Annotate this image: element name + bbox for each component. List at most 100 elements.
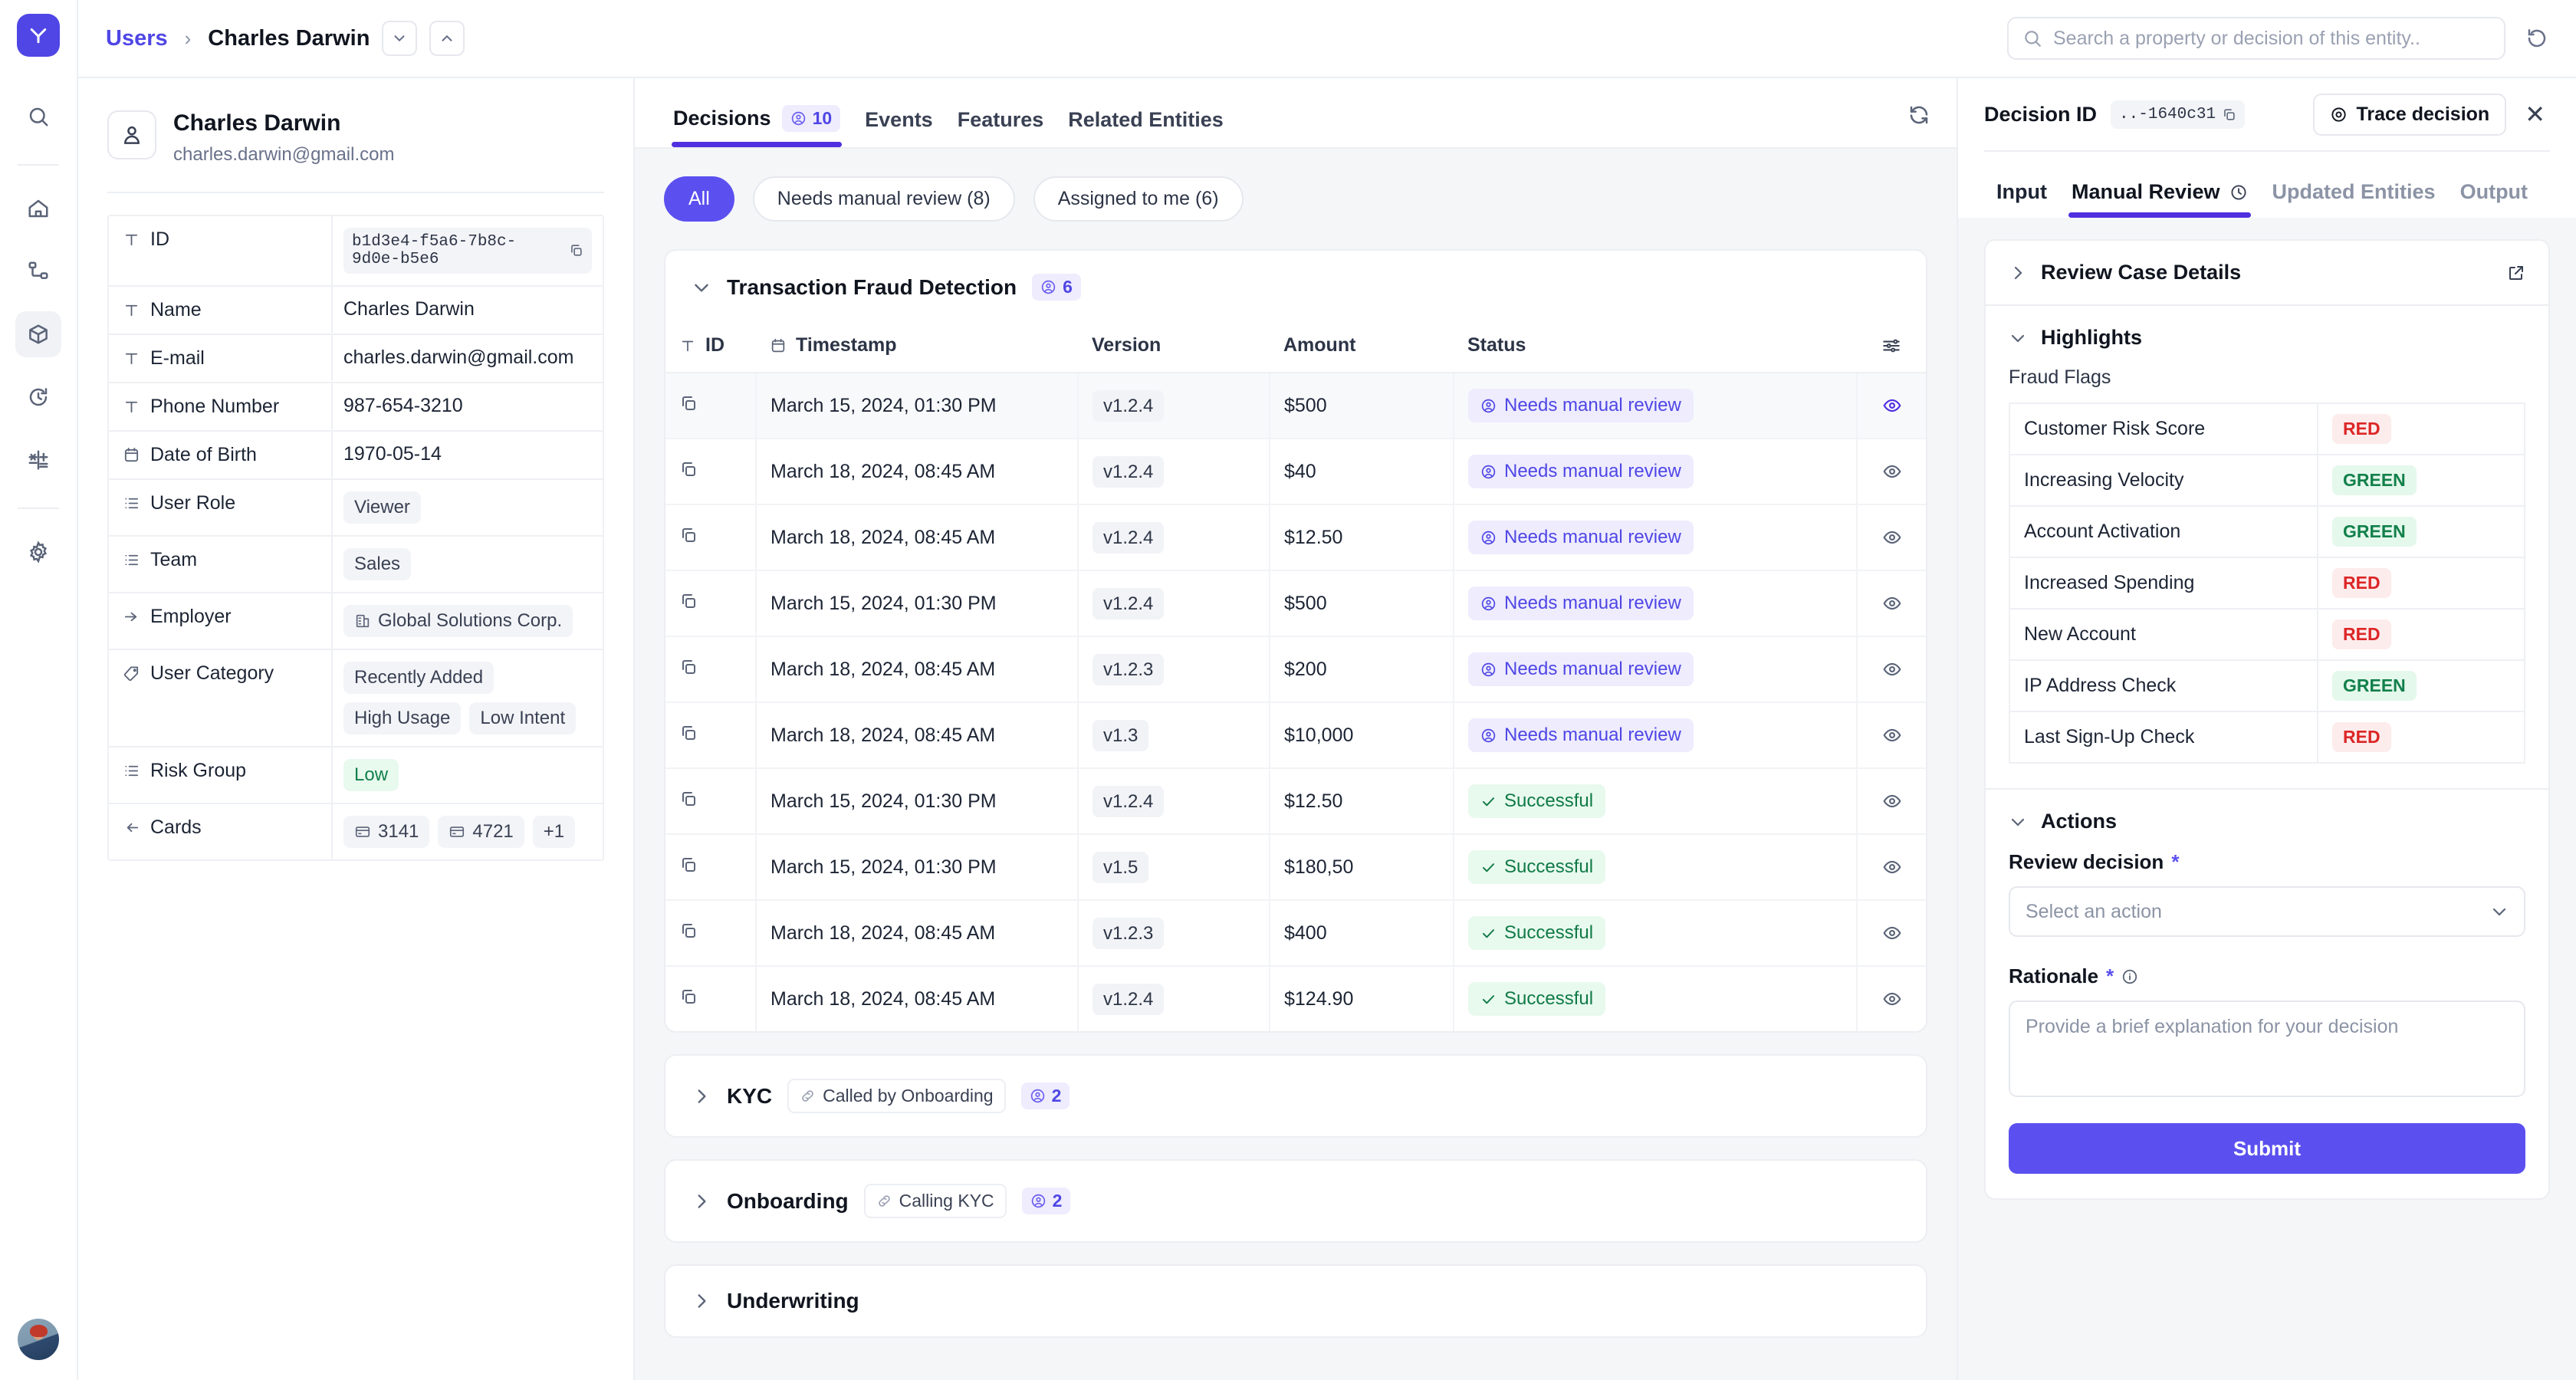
- eye-icon[interactable]: [1871, 923, 1912, 943]
- settings-icon[interactable]: [15, 529, 61, 575]
- table-row[interactable]: March 18, 2024, 08:45 AM v1.2.3 $400 Succes…: [665, 900, 1926, 967]
- table-header-cell[interactable]: ID: [665, 324, 756, 373]
- chevron-down-icon[interactable]: [2009, 813, 2027, 831]
- decision-section-header[interactable]: Onboarding Calling KYC 2: [665, 1161, 1926, 1241]
- table-row[interactable]: March 18, 2024, 08:45 AM v1.3 $10,000 Needs…: [665, 702, 1926, 769]
- decision-section-link-chip[interactable]: Called by Onboarding: [787, 1079, 1006, 1113]
- card-chip[interactable]: 3141: [343, 815, 430, 848]
- eye-icon[interactable]: [1871, 527, 1912, 547]
- table-settings-header[interactable]: [1857, 324, 1926, 373]
- user-avatar[interactable]: [18, 1319, 59, 1360]
- row-view-cell[interactable]: [1857, 636, 1926, 703]
- eye-icon[interactable]: [1871, 593, 1912, 613]
- copy-icon[interactable]: [2222, 107, 2236, 122]
- app-logo[interactable]: [17, 14, 60, 57]
- row-view-cell[interactable]: [1857, 900, 1926, 967]
- table-header-cell[interactable]: Status: [1454, 324, 1857, 373]
- detail-tab-input[interactable]: Input: [1984, 180, 2059, 218]
- formula-icon[interactable]: [15, 437, 61, 483]
- row-view-cell[interactable]: [1857, 768, 1926, 835]
- entity-value-chip[interactable]: Recently Added: [343, 661, 495, 694]
- review-case-details-header[interactable]: Review Case Details: [1986, 241, 2548, 306]
- card-chip[interactable]: 4721: [438, 815, 524, 848]
- chevron-right-icon[interactable]: [692, 1086, 711, 1106]
- tab-decisions[interactable]: Decisions 10: [661, 105, 853, 147]
- table-row[interactable]: March 15, 2024, 01:30 PM v1.2.4 $500 Needs …: [665, 373, 1926, 439]
- breadcrumb-prev-icon[interactable]: [429, 21, 465, 56]
- decision-section-header[interactable]: Transaction Fraud Detection 6: [665, 251, 1926, 324]
- filter-pill[interactable]: Needs manual review (8): [752, 176, 1015, 222]
- detail-tab-output[interactable]: Output: [2448, 180, 2540, 218]
- trace-decision-button[interactable]: Trace decision: [2313, 93, 2507, 136]
- row-copy-cell[interactable]: [665, 504, 757, 571]
- row-view-cell[interactable]: [1857, 373, 1926, 439]
- row-view-cell[interactable]: [1857, 834, 1926, 901]
- breadcrumb-users[interactable]: Users: [106, 26, 168, 51]
- search-icon[interactable]: [15, 94, 61, 140]
- table-row[interactable]: March 15, 2024, 01:30 PM v1.5 $180,50 Succe…: [665, 834, 1926, 901]
- chevron-down-icon[interactable]: [692, 278, 711, 297]
- rationale-textarea[interactable]: Provide a brief explanation for your dec…: [2009, 1001, 2525, 1097]
- decision-id-value[interactable]: ..-1640c31: [2111, 100, 2246, 129]
- decision-section-header[interactable]: KYC Called by Onboarding 2: [665, 1056, 1926, 1136]
- entity-value-chip[interactable]: Low: [343, 758, 399, 791]
- table-row[interactable]: March 18, 2024, 08:45 AM v1.2.4 $12.50 Need…: [665, 504, 1926, 571]
- row-copy-cell[interactable]: [665, 966, 757, 1031]
- entity-value-chip[interactable]: Viewer: [343, 491, 421, 524]
- table-header-cell[interactable]: Timestamp: [756, 324, 1078, 373]
- search-history-icon[interactable]: [2525, 27, 2548, 50]
- tab-related-entities[interactable]: Related Entities: [1056, 108, 1236, 147]
- close-icon[interactable]: ✕: [2520, 102, 2550, 127]
- row-copy-cell[interactable]: [665, 768, 757, 835]
- breadcrumb-next-icon[interactable]: [382, 21, 418, 56]
- entity-value-chip[interactable]: Sales: [343, 547, 412, 580]
- table-row[interactable]: March 15, 2024, 01:30 PM v1.2.4 $500 Needs …: [665, 570, 1926, 637]
- eye-icon[interactable]: [1871, 857, 1912, 877]
- tab-features[interactable]: Features: [945, 108, 1056, 147]
- decision-section-header[interactable]: Underwriting: [665, 1266, 1926, 1336]
- row-copy-cell[interactable]: [665, 373, 757, 439]
- row-view-cell[interactable]: [1857, 702, 1926, 769]
- row-copy-cell[interactable]: [665, 570, 757, 637]
- chevron-down-icon[interactable]: [2009, 329, 2027, 347]
- submit-button[interactable]: Submit: [2009, 1123, 2525, 1174]
- eye-icon[interactable]: [1871, 396, 1912, 416]
- tab-events[interactable]: Events: [853, 108, 945, 147]
- card-more-chip[interactable]: +1: [532, 815, 576, 848]
- table-row[interactable]: March 15, 2024, 01:30 PM v1.2.4 $12.50 Succ…: [665, 768, 1926, 835]
- table-row[interactable]: March 18, 2024, 08:45 AM v1.2.4 $124.90 Suc…: [665, 966, 1926, 1031]
- row-copy-cell[interactable]: [665, 636, 757, 703]
- detail-tab-manual-review[interactable]: Manual Review: [2059, 180, 2260, 218]
- info-icon[interactable]: [2121, 968, 2138, 985]
- chevron-right-icon[interactable]: [692, 1291, 711, 1311]
- entity-value-chip[interactable]: Low Intent: [469, 702, 577, 734]
- home-icon[interactable]: [15, 186, 61, 232]
- table-header-cell[interactable]: Version: [1078, 324, 1270, 373]
- row-copy-cell[interactable]: [665, 900, 757, 967]
- detail-tab-updated-entities[interactable]: Updated Entities: [2260, 180, 2448, 218]
- filter-pill[interactable]: All: [664, 176, 734, 222]
- table-row[interactable]: March 18, 2024, 08:45 AM v1.2.3 $200 Needs …: [665, 636, 1926, 703]
- eye-icon[interactable]: [1871, 462, 1912, 481]
- eye-icon[interactable]: [1871, 989, 1912, 1009]
- eye-icon[interactable]: [1871, 659, 1912, 679]
- row-copy-cell[interactable]: [665, 439, 757, 505]
- row-view-cell[interactable]: [1857, 966, 1926, 1031]
- chevron-right-icon[interactable]: [692, 1191, 711, 1211]
- entity-value-chip[interactable]: High Usage: [343, 702, 462, 734]
- eye-icon[interactable]: [1871, 725, 1912, 745]
- entity-id-value[interactable]: b1d3e4-f5a6-7b8c-9d0e-b5e6: [343, 227, 592, 274]
- row-view-cell[interactable]: [1857, 439, 1926, 505]
- open-external-icon[interactable]: [2507, 264, 2525, 282]
- decisions-scroll-area[interactable]: All Needs manual review (8) Assigned to me…: [635, 149, 1957, 1380]
- row-copy-cell[interactable]: [665, 702, 757, 769]
- entities-icon[interactable]: [15, 311, 61, 357]
- history-icon[interactable]: [15, 374, 61, 420]
- review-decision-select[interactable]: Select an action: [2009, 886, 2525, 937]
- row-copy-cell[interactable]: [665, 834, 757, 901]
- entity-value-chip[interactable]: Global Solutions Corp.: [343, 604, 573, 637]
- decision-section-link-chip[interactable]: Calling KYC: [863, 1184, 1007, 1218]
- row-view-cell[interactable]: [1857, 570, 1926, 637]
- table-row[interactable]: March 18, 2024, 08:45 AM v1.2.4 $40 Needs m…: [665, 439, 1926, 505]
- filter-pill[interactable]: Assigned to me (6): [1033, 176, 1244, 222]
